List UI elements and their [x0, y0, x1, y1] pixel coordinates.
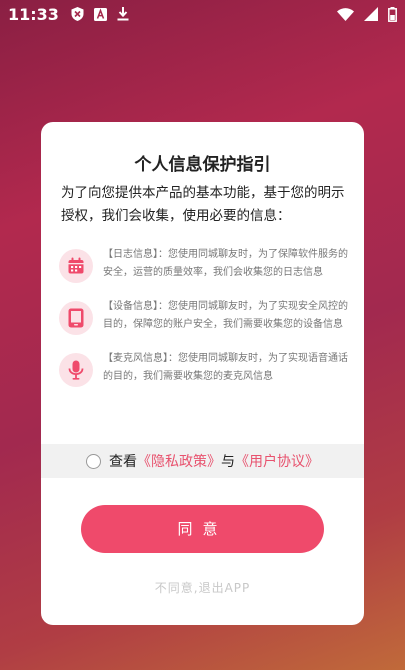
user-agreement-link[interactable]: 《用户协议》	[235, 451, 319, 471]
status-bar: 11:33	[0, 0, 405, 28]
agreement-checkbox[interactable]	[86, 453, 101, 469]
agreement-conjunction: 与	[221, 454, 235, 470]
list-item-text: 【日志信息】：您使用同城聊友时，为了保障软件服务的安全，运营的质量效率，我们会收…	[103, 249, 348, 278]
status-icons-right	[337, 6, 397, 22]
list-item-log-info: 【日志信息】：您使用同城聊友时，为了保障软件服务的安全，运营的质量效率，我们会收…	[59, 246, 351, 283]
signal-icon	[364, 7, 378, 21]
list-item-text: 【麦克风信息】：您使用同城聊友时，为了实现语音通话的目的，我们需要收集您的麦克风…	[103, 353, 348, 382]
calendar-icon	[59, 249, 93, 283]
status-time: 11:33	[8, 4, 59, 24]
download-icon	[117, 7, 129, 21]
shield-x-icon	[71, 7, 84, 21]
agreement-bar: 查看 《隐私政策》 与 《用户协议》	[41, 444, 364, 478]
list-item-device-info: 【设备信息】：您使用同城聊友时，为了实现安全风控的目的，保障您的账户安全，我们需…	[59, 298, 351, 335]
privacy-policy-link[interactable]: 《隐私政策》	[137, 451, 221, 471]
disagree-exit-link[interactable]: 不同意,退出APP	[41, 579, 364, 596]
status-icons-left	[71, 7, 129, 21]
agreement-prefix: 查看	[109, 454, 137, 470]
battery-icon	[388, 6, 397, 22]
wifi-icon	[337, 7, 354, 21]
tablet-icon	[59, 301, 93, 335]
list-item-microphone-info: 【麦克风信息】：您使用同城聊友时，为了实现语音通话的目的，我们需要收集您的麦克风…	[59, 350, 351, 387]
privacy-dialog: 个人信息保护指引 为了向您提供本产品的基本功能，基于您的明示授权，我们会收集，使…	[41, 122, 364, 625]
info-list[interactable]: 【日志信息】：您使用同城聊友时，为了保障软件服务的安全，运营的质量效率，我们会收…	[59, 246, 351, 432]
list-item-text: 【设备信息】：您使用同城聊友时，为了实现安全风控的目的，保障您的账户安全，我们需…	[103, 301, 348, 330]
dialog-intro: 为了向您提供本产品的基本功能，基于您的明示授权，我们会收集，使用必要的信息：	[61, 185, 345, 224]
a-box-icon	[93, 7, 107, 21]
dialog-title: 个人信息保护指引	[134, 155, 271, 175]
microphone-icon	[59, 353, 93, 387]
agree-button[interactable]: 同意	[81, 505, 324, 553]
